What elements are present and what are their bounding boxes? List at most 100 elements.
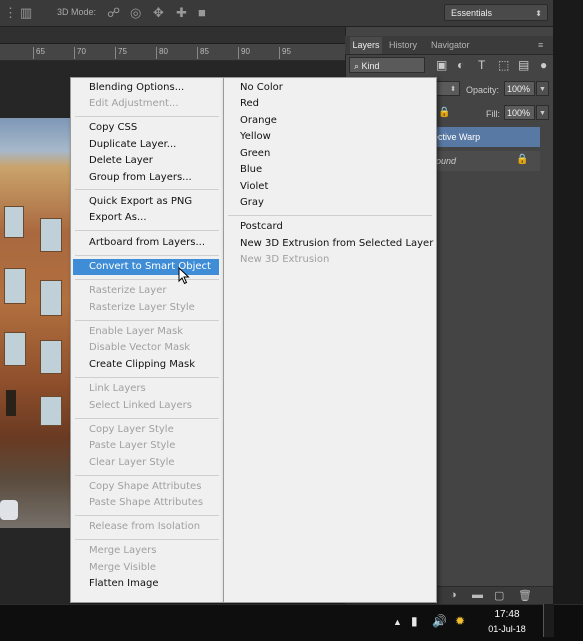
3d-mode-label: 3D Mode: xyxy=(57,7,97,17)
horizontal-ruler: 65 70 75 80 85 90 95 xyxy=(0,44,345,61)
submenu-item-yellow[interactable]: Yellow xyxy=(240,130,271,144)
filter-smart-object-icon[interactable]: ▤ xyxy=(518,58,529,72)
menu-item-flatten-image[interactable]: Flatten Image xyxy=(89,577,159,591)
ruler-tick: 80 xyxy=(156,47,168,59)
tab-navigator[interactable]: Navigator xyxy=(431,40,470,50)
new-group-icon[interactable]: ▬ xyxy=(472,589,483,601)
workspace-dropdown[interactable]: Essentials ⬍ xyxy=(444,4,548,21)
show-desktop-button[interactable] xyxy=(543,604,554,637)
tab-layers[interactable]: Layers xyxy=(350,37,382,54)
layer-context-menu: Blending Options... Edit Adjustment... C… xyxy=(70,77,224,603)
drag-3d-icon[interactable]: ✥ xyxy=(153,5,164,21)
filter-shape-icon[interactable]: ⬚ xyxy=(498,58,509,72)
menu-separator xyxy=(75,539,219,540)
menu-item-export-as[interactable]: Export As... xyxy=(89,211,147,225)
screen-edge xyxy=(553,0,583,604)
menu-item-rasterize-layer-style: Rasterize Layer Style xyxy=(89,302,195,313)
clock-time[interactable]: 17:48 xyxy=(492,609,522,620)
menu-item-paste-shape-attributes: Paste Shape Attributes xyxy=(89,497,204,508)
menu-item-convert-to-smart-object[interactable]: Convert to Smart Object xyxy=(89,260,211,274)
menu-item-rasterize-layer: Rasterize Layer xyxy=(89,285,167,296)
submenu-item-blue[interactable]: Blue xyxy=(240,163,262,177)
menu-item-copy-shape-attributes: Copy Shape Attributes xyxy=(89,481,202,492)
submenu-item-new-3d-extrusion: New 3D Extrusion xyxy=(240,254,330,265)
layer-filter-kind[interactable]: ⌕ Kind xyxy=(349,57,425,73)
menu-item-duplicate-layer[interactable]: Duplicate Layer... xyxy=(89,138,176,152)
menu-item-copy-css[interactable]: Copy CSS xyxy=(89,121,137,135)
roll-3d-icon[interactable]: ◎ xyxy=(130,5,141,21)
layer-row-selected[interactable]: ective Warp xyxy=(430,127,540,147)
submenu-item-orange[interactable]: Orange xyxy=(240,114,277,128)
menu-item-create-clipping-mask[interactable]: Create Clipping Mask xyxy=(89,358,195,372)
trash-icon[interactable]: 🗑 xyxy=(518,589,532,602)
panel-menu-icon[interactable]: ≡ xyxy=(538,40,543,50)
submenu-item-violet[interactable]: Violet xyxy=(240,180,268,194)
volume-icon[interactable]: 🔊 xyxy=(432,614,447,628)
document-tab-strip xyxy=(0,27,345,44)
brightness-icon[interactable]: ✹ xyxy=(455,614,465,628)
submenu-item-new-3d-extrusion-selected[interactable]: New 3D Extrusion from Selected Layer xyxy=(240,237,433,251)
building-window xyxy=(4,206,24,238)
menu-item-group-from-layers[interactable]: Group from Layers... xyxy=(89,171,192,185)
lock-icon[interactable]: 🔒 xyxy=(438,107,450,118)
menu-item-select-linked-layers: Select Linked Layers xyxy=(89,400,192,411)
menu-item-link-layers: Link Layers xyxy=(89,383,146,394)
device-icon[interactable]: ▮ xyxy=(411,614,418,628)
traffic-light xyxy=(6,390,16,416)
menu-separator xyxy=(75,515,219,516)
menu-separator xyxy=(75,116,219,117)
menu-separator xyxy=(75,255,219,256)
arrange-icon[interactable]: ▥ xyxy=(20,5,32,21)
orbit-3d-icon[interactable]: ☍ xyxy=(107,5,120,21)
workspace-label: Essentials xyxy=(451,8,493,18)
menu-separator xyxy=(75,230,219,231)
show-hidden-icons-icon[interactable]: ▲ xyxy=(393,617,402,627)
pan-3d-icon[interactable]: ✚ xyxy=(176,5,187,21)
submenu-item-gray[interactable]: Gray xyxy=(240,196,264,210)
ruler-tick: 70 xyxy=(74,47,86,59)
submenu-item-no-color[interactable]: No Color xyxy=(240,81,283,95)
mouse-cursor-icon xyxy=(178,267,190,285)
menu-item-blending-options[interactable]: Blending Options... xyxy=(89,81,184,95)
menu-separator xyxy=(228,215,432,216)
clock-date[interactable]: 01-Jul-18 xyxy=(484,624,530,634)
filter-adjustment-icon[interactable]: ◐ xyxy=(457,58,464,72)
grip-icon: ⋮ xyxy=(4,5,17,20)
filter-toggle-icon[interactable]: ● xyxy=(540,58,547,72)
adjustment-layer-icon[interactable]: ◑ xyxy=(450,589,457,601)
menu-item-delete-layer[interactable]: Delete Layer xyxy=(89,154,153,168)
submenu-item-green[interactable]: Green xyxy=(240,147,270,161)
submenu-item-red[interactable]: Red xyxy=(240,97,259,111)
fill-input[interactable]: 100% xyxy=(504,105,535,120)
menu-item-artboard-from-layers[interactable]: Artboard from Layers... xyxy=(89,236,205,250)
building-photo[interactable] xyxy=(0,118,70,528)
menu-item-release-from-isolation: Release from Isolation xyxy=(89,521,201,532)
building-window xyxy=(40,340,62,374)
menu-item-edit-adjustment: Edit Adjustment... xyxy=(89,98,179,109)
opacity-dropdown-icon[interactable]: ▼ xyxy=(536,81,549,96)
building-window xyxy=(40,280,62,316)
menu-separator xyxy=(75,189,219,190)
ruler-tick: 90 xyxy=(238,47,250,59)
fill-dropdown-icon[interactable]: ▼ xyxy=(536,105,549,120)
dropdown-arrow-icon: ⬍ xyxy=(535,9,542,18)
label-color-submenu: No Color Red Orange Yellow Green Blue Vi… xyxy=(223,77,437,603)
opacity-input[interactable]: 100% xyxy=(504,81,535,96)
tab-history[interactable]: History xyxy=(389,40,417,50)
menu-item-quick-export-png[interactable]: Quick Export as PNG xyxy=(89,195,192,209)
video-camera-icon[interactable]: ■ xyxy=(198,5,206,21)
menu-separator xyxy=(75,475,219,476)
building-window xyxy=(4,268,26,304)
new-layer-icon[interactable]: ▢ xyxy=(494,589,504,602)
filter-pixel-icon[interactable]: ▣ xyxy=(436,58,447,72)
menu-item-paste-layer-style: Paste Layer Style xyxy=(89,440,176,451)
submenu-item-postcard[interactable]: Postcard xyxy=(240,220,283,234)
menu-item-disable-vector-mask: Disable Vector Mask xyxy=(89,342,191,353)
filter-kind-label: Kind xyxy=(361,61,380,71)
ruler-tick: 65 xyxy=(33,47,45,59)
building-window xyxy=(40,396,62,426)
filter-type-icon[interactable]: T xyxy=(478,58,485,72)
menu-item-copy-layer-style: Copy Layer Style xyxy=(89,424,174,435)
ruler-tick: 95 xyxy=(279,47,291,59)
options-bar: ⋮ ▥ 3D Mode: ☍ ◎ ✥ ✚ ■ Essentials ⬍ xyxy=(0,0,553,27)
